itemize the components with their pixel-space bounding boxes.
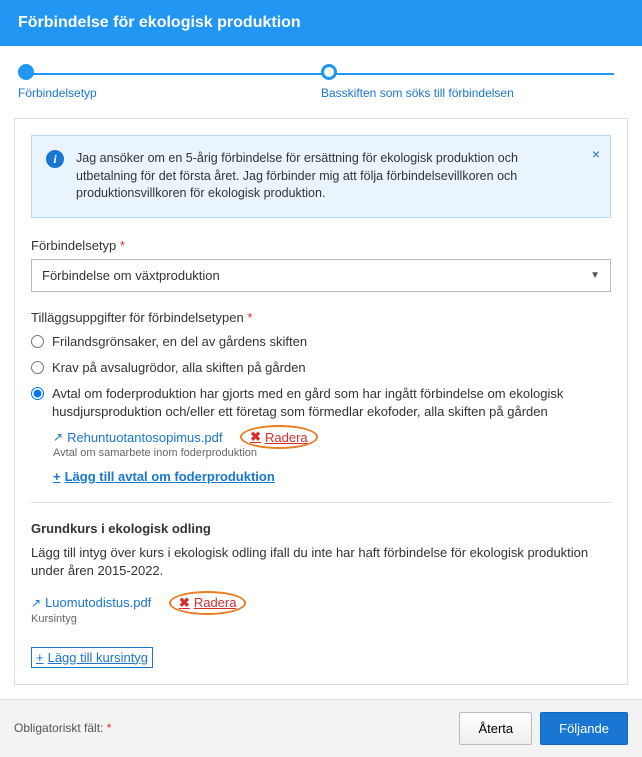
step-2[interactable]: Basskiften som söks till förbindelsen [321, 64, 624, 100]
radio-group: Frilandsgrönsaker, en del av gårdens ski… [31, 333, 611, 422]
add-feed-agreement[interactable]: + Lägg till avtal om foderproduktion [53, 469, 275, 484]
feed-file-sub: Avtal om samarbete inom foderproduktion [53, 447, 611, 459]
extra-label: Tilläggsuppgifter för förbindelsetypen * [31, 310, 611, 325]
step-1-circle [18, 64, 34, 80]
radio-option-2[interactable]: Krav på avsalugrödor, alla skiften på gå… [31, 359, 611, 377]
close-icon[interactable]: × [592, 146, 600, 162]
next-button[interactable]: Följande [540, 712, 628, 745]
delete-x-icon: ✖ [250, 429, 261, 445]
delete-label: Radera [194, 595, 237, 610]
info-text: Jag ansöker om en 5-årig förbindelse för… [76, 150, 574, 203]
course-file-link[interactable]: ↗ Luomutodistus.pdf [31, 595, 151, 610]
radio-option-3[interactable]: Avtal om foderproduktion har gjorts med … [31, 385, 611, 421]
radio-option-1[interactable]: Frilandsgrönsaker, en del av gårdens ski… [31, 333, 611, 351]
feed-file-link[interactable]: ↗ Rehuntuotantosopimus.pdf [53, 430, 222, 445]
type-select-value: Förbindelse om växtproduktion [42, 268, 220, 283]
chevron-down-icon: ▼ [590, 270, 600, 281]
course-heading: Grundkurs i ekologisk odling [31, 521, 611, 536]
required-asterisk: * [247, 310, 252, 325]
page-header: Förbindelse för ekologisk produktion [0, 0, 642, 46]
step-1-label: Förbindelsetyp [18, 86, 97, 100]
page-title: Förbindelse för ekologisk produktion [18, 14, 301, 31]
step-2-label: Basskiften som söks till förbindelsen [321, 86, 514, 100]
add-course-cert[interactable]: + Lägg till kursintyg [31, 647, 153, 668]
footer-buttons: Återta Följande [459, 712, 628, 745]
stepper: Förbindelsetyp Basskiften som söks till … [0, 46, 642, 104]
extra-label-text: Tilläggsuppgifter för förbindelsetypen [31, 310, 244, 325]
add-feed-label: Lägg till avtal om foderproduktion [65, 469, 275, 484]
footer-required: Obligatoriskt fält: * [14, 721, 111, 735]
step-2-circle [321, 64, 337, 80]
footer: Obligatoriskt fält: * Återta Följande [0, 699, 642, 757]
course-file-sub: Kursintyg [31, 613, 611, 625]
radio-input-2[interactable] [31, 361, 44, 374]
delete-label: Radera [265, 430, 308, 445]
back-button[interactable]: Återta [459, 712, 532, 745]
feed-file-row: ↗ Rehuntuotantosopimus.pdf ✖ Radera [53, 429, 611, 445]
footer-required-text: Obligatoriskt fält: [14, 721, 103, 735]
type-label-text: Förbindelsetyp [31, 238, 116, 253]
course-file-name: Luomutodistus.pdf [45, 595, 151, 610]
content-panel: i × Jag ansöker om en 5-årig förbindelse… [14, 118, 628, 685]
info-box: i × Jag ansöker om en 5-årig förbindelse… [31, 135, 611, 218]
radio-label-3: Avtal om foderproduktion har gjorts med … [52, 385, 611, 421]
feed-file-name: Rehuntuotantosopimus.pdf [67, 430, 222, 445]
required-asterisk: * [120, 238, 125, 253]
step-1[interactable]: Förbindelsetyp [18, 64, 321, 100]
feed-file-delete[interactable]: ✖ Radera [250, 429, 308, 445]
type-select[interactable]: Förbindelse om växtproduktion ▼ [31, 259, 611, 292]
add-course-label: Lägg till kursintyg [48, 650, 148, 665]
course-file-row: ↗ Luomutodistus.pdf ✖ Radera [31, 595, 611, 611]
plus-icon: + [53, 469, 61, 484]
course-text: Lägg till intyg över kurs i ekologisk od… [31, 544, 611, 580]
radio-input-1[interactable] [31, 335, 44, 348]
plus-icon: + [36, 650, 44, 665]
course-file-delete[interactable]: ✖ Radera [179, 595, 237, 611]
radio-label-2: Krav på avsalugrödor, alla skiften på gå… [52, 359, 306, 377]
type-label: Förbindelsetyp * [31, 238, 611, 253]
info-icon: i [46, 150, 64, 168]
divider [31, 502, 611, 503]
external-link-icon: ↗ [31, 596, 41, 610]
radio-input-3[interactable] [31, 387, 44, 400]
external-link-icon: ↗ [53, 430, 63, 444]
required-asterisk: * [107, 721, 112, 735]
radio-label-1: Frilandsgrönsaker, en del av gårdens ski… [52, 333, 307, 351]
delete-x-icon: ✖ [179, 595, 190, 611]
